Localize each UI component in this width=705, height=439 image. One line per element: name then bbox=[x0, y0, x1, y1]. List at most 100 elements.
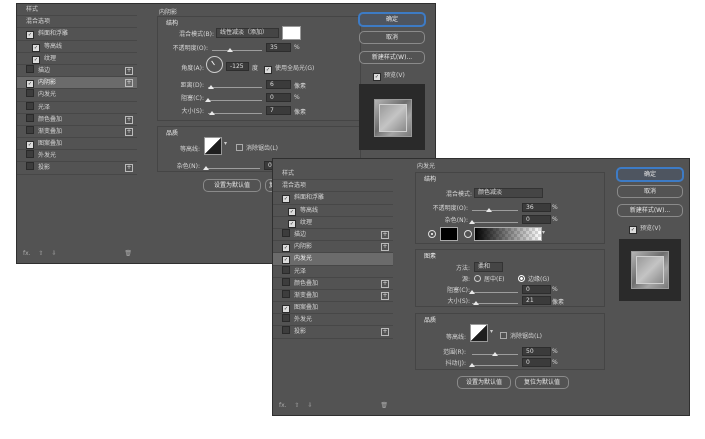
opacity-slider[interactable] bbox=[212, 48, 262, 52]
chevron-down-icon[interactable]: ▾ bbox=[490, 328, 493, 335]
move-up-icon[interactable]: ⇧ bbox=[295, 402, 300, 409]
style-list-item[interactable]: 外发光 bbox=[273, 314, 393, 327]
style-list-item[interactable]: ✓ 图案叠加 bbox=[273, 302, 393, 315]
style-list-item[interactable]: 混合选项 bbox=[17, 16, 137, 29]
shadow-color-swatch[interactable] bbox=[282, 26, 301, 40]
slider-knob[interactable] bbox=[203, 166, 209, 170]
checkbox-icon[interactable] bbox=[26, 113, 34, 122]
add-icon[interactable]: + bbox=[125, 164, 133, 173]
trash-icon[interactable]: 🗑 bbox=[380, 402, 388, 409]
slider-knob[interactable] bbox=[227, 48, 233, 52]
choke-input[interactable]: 0 bbox=[266, 93, 291, 102]
style-list-item[interactable]: 颜色叠加 + bbox=[273, 277, 393, 290]
add-icon[interactable]: + bbox=[381, 279, 389, 288]
range-input[interactable]: 50 bbox=[522, 347, 551, 356]
opacity-input[interactable]: 36 bbox=[522, 203, 551, 212]
blend-mode-select[interactable]: 颜色减淡 bbox=[474, 188, 543, 198]
style-list-item[interactable]: 描边 + bbox=[17, 64, 137, 78]
contour-picker[interactable] bbox=[470, 324, 488, 342]
checkbox-icon[interactable] bbox=[26, 162, 34, 171]
checkbox-icon[interactable] bbox=[282, 265, 290, 274]
add-icon[interactable]: + bbox=[381, 243, 389, 252]
move-up-icon[interactable]: ⇧ bbox=[39, 250, 44, 257]
check-icon[interactable]: ✓ bbox=[32, 55, 40, 64]
slider-knob[interactable] bbox=[486, 208, 492, 212]
checkbox-icon[interactable] bbox=[282, 289, 290, 298]
style-list-item[interactable]: 样式 bbox=[17, 4, 137, 17]
cancel-button[interactable]: 取消 bbox=[617, 185, 683, 198]
trash-icon[interactable]: 🗑 bbox=[124, 250, 132, 257]
noise-slider[interactable] bbox=[469, 220, 518, 224]
size-slider[interactable] bbox=[472, 301, 518, 305]
style-list-item[interactable]: 内发光 bbox=[17, 89, 137, 102]
move-down-icon[interactable]: ⇩ bbox=[307, 402, 312, 409]
add-icon[interactable]: + bbox=[381, 230, 389, 239]
add-icon[interactable]: + bbox=[125, 79, 133, 88]
slider-knob[interactable] bbox=[492, 352, 498, 356]
opacity-slider[interactable] bbox=[472, 208, 518, 212]
jitter-input[interactable]: 0 bbox=[522, 358, 551, 367]
add-icon[interactable]: + bbox=[125, 115, 133, 124]
style-list-item[interactable]: 外发光 bbox=[17, 150, 137, 163]
style-list-item[interactable]: ✓ 内阴影 + bbox=[17, 77, 137, 90]
style-list-item[interactable]: 颜色叠加 + bbox=[17, 113, 137, 126]
style-list-item[interactable]: 样式 bbox=[273, 168, 393, 181]
check-icon[interactable]: ✓ bbox=[282, 195, 290, 204]
checkbox-icon[interactable] bbox=[26, 64, 34, 73]
checkbox-icon[interactable] bbox=[26, 125, 34, 134]
check-icon[interactable]: ✓ bbox=[32, 43, 40, 52]
style-list-item[interactable]: ✓ 纹理 bbox=[273, 217, 393, 229]
size-slider[interactable] bbox=[208, 111, 262, 115]
style-list-item[interactable]: ✓ 等高线 bbox=[273, 205, 393, 217]
check-icon[interactable]: ✓ bbox=[26, 141, 34, 150]
style-list-item[interactable]: 渐变叠加 + bbox=[273, 289, 393, 303]
color-radio[interactable] bbox=[428, 230, 436, 238]
slider-knob[interactable] bbox=[208, 85, 214, 89]
slider-knob[interactable] bbox=[469, 220, 475, 224]
set-default-button[interactable]: 设置为默认值 bbox=[457, 376, 511, 389]
style-list-item[interactable]: ✓ 斜面和浮雕 bbox=[273, 192, 393, 205]
check-icon[interactable]: ✓ bbox=[282, 305, 290, 314]
preview-checkbox[interactable]: ✓ 预览(V) bbox=[629, 223, 661, 234]
slider-knob[interactable] bbox=[469, 290, 475, 294]
gradient-picker[interactable] bbox=[474, 227, 542, 241]
add-icon[interactable]: + bbox=[125, 127, 133, 136]
add-icon[interactable]: + bbox=[381, 328, 389, 337]
slider-knob[interactable] bbox=[209, 111, 215, 115]
checkbox-icon[interactable] bbox=[282, 228, 290, 237]
style-list-item[interactable]: 混合选项 bbox=[273, 180, 393, 193]
noise-slider[interactable] bbox=[203, 166, 260, 170]
size-input[interactable]: 7 bbox=[266, 106, 291, 115]
global-light-checkbox[interactable]: ✓ 使用全局光(G) bbox=[264, 63, 314, 74]
distance-input[interactable]: 6 bbox=[266, 80, 291, 89]
antialias-checkbox[interactable]: 消除锯齿(L) bbox=[236, 143, 278, 152]
new-style-button[interactable]: 新建样式(W)... bbox=[617, 204, 683, 217]
cancel-button[interactable]: 取消 bbox=[359, 31, 425, 44]
range-slider[interactable] bbox=[472, 352, 518, 356]
add-icon[interactable]: + bbox=[125, 66, 133, 75]
style-list-item[interactable]: ✓ 图案叠加 bbox=[17, 138, 137, 151]
opacity-input[interactable]: 35 bbox=[266, 43, 291, 52]
check-icon[interactable]: ✓ bbox=[282, 256, 290, 265]
choke-slider[interactable] bbox=[469, 290, 518, 294]
method-select[interactable]: 柔和 bbox=[474, 262, 503, 272]
add-icon[interactable]: + bbox=[381, 291, 389, 300]
set-default-button[interactable]: 设置为默认值 bbox=[203, 179, 261, 192]
check-icon[interactable]: ✓ bbox=[282, 244, 290, 253]
style-list-item[interactable]: 光泽 bbox=[273, 265, 393, 278]
style-list-item[interactable]: 描边 + bbox=[273, 228, 393, 242]
style-list-item[interactable]: ✓ 斜面和浮雕 bbox=[17, 28, 137, 41]
contour-picker[interactable] bbox=[204, 137, 222, 155]
angle-dial[interactable] bbox=[206, 56, 223, 73]
style-list-item[interactable]: 投影 + bbox=[273, 326, 393, 339]
checkbox-icon[interactable] bbox=[282, 277, 290, 286]
jitter-slider[interactable] bbox=[469, 363, 518, 367]
antialias-checkbox[interactable]: 消除锯齿(L) bbox=[500, 331, 542, 340]
style-list-item[interactable]: ✓ 内阴影 + bbox=[273, 241, 393, 254]
chevron-down-icon[interactable]: ▾ bbox=[224, 140, 227, 147]
noise-input[interactable]: 0 bbox=[522, 215, 551, 224]
preview-checkbox[interactable]: ✓ 预览(V) bbox=[373, 70, 405, 81]
check-icon[interactable]: ✓ bbox=[26, 80, 34, 89]
glow-color-swatch[interactable] bbox=[440, 227, 458, 241]
move-down-icon[interactable]: ⇩ bbox=[51, 250, 56, 257]
